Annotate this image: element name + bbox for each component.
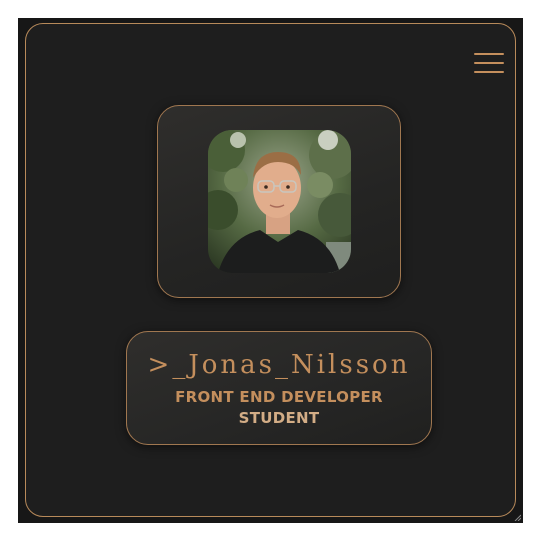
profile-name: >_Jonas_Nilsson	[147, 350, 411, 380]
profile-role: FRONT END DEVELOPER	[175, 388, 383, 406]
profile-card: >_Jonas_Nilsson FRONT END DEVELOPER STUD…	[25, 23, 516, 517]
app-window: >_Jonas_Nilsson FRONT END DEVELOPER STUD…	[18, 18, 523, 523]
menu-bar	[474, 71, 504, 73]
menu-bar	[474, 62, 504, 64]
name-panel: >_Jonas_Nilsson FRONT END DEVELOPER STUD…	[126, 331, 432, 445]
hamburger-menu-icon[interactable]	[474, 50, 504, 76]
resize-handle-icon[interactable]	[513, 513, 521, 521]
photo-panel	[157, 105, 401, 298]
profile-status: STUDENT	[238, 409, 320, 427]
profile-photo	[208, 130, 351, 273]
menu-bar	[474, 53, 504, 55]
avatar	[208, 130, 351, 273]
